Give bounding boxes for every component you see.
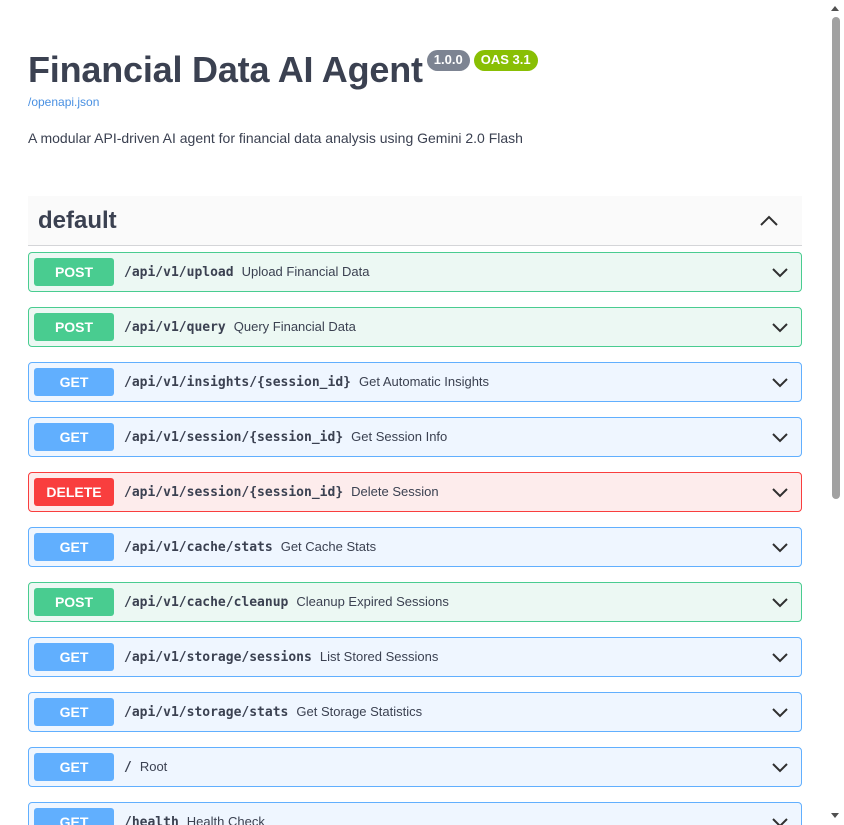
operation-path: /api/v1/cache/stats Get Cache Stats xyxy=(124,539,376,556)
chevron-down-icon[interactable] xyxy=(771,428,789,446)
operation-row[interactable]: POST/api/v1/upload Upload Financial Data xyxy=(28,252,802,292)
operation-path-text: /api/v1/upload xyxy=(124,265,234,280)
operation-summary: Cleanup Expired Sessions xyxy=(296,594,449,609)
operation-row[interactable]: GET/api/v1/storage/stats Get Storage Stat… xyxy=(28,692,802,732)
api-title: Financial Data AI Agent xyxy=(28,49,423,90)
operation-summary: Get Automatic Insights xyxy=(358,374,490,389)
operation-path-text: /api/v1/query xyxy=(124,320,226,335)
operation-path: /api/v1/query Query Financial Data xyxy=(124,319,356,336)
chevron-down-icon[interactable] xyxy=(771,483,789,501)
operation-path: / Root xyxy=(124,759,167,776)
operation-path-text: /api/v1/cache/stats xyxy=(124,540,273,555)
operation-row[interactable]: POST/api/v1/cache/cleanup Cleanup Expired… xyxy=(28,582,802,622)
openapi-json-link[interactable]: /openapi.json xyxy=(28,95,99,109)
version-badge: 1.0.0 xyxy=(426,50,470,71)
vertical-scrollbar[interactable] xyxy=(826,0,844,825)
method-badge: GET xyxy=(34,808,114,825)
operation-path-text: /api/v1/session/{session_id} xyxy=(124,485,344,500)
chevron-down-icon[interactable] xyxy=(771,318,789,336)
scroll-down-arrow-icon[interactable] xyxy=(831,813,839,818)
chevron-down-icon[interactable] xyxy=(771,758,789,776)
chevron-down-icon[interactable] xyxy=(771,373,789,391)
method-badge: GET xyxy=(34,698,114,726)
operation-row[interactable]: GET/api/v1/insights/{session_id} Get Auto… xyxy=(28,362,802,402)
operation-path-text: /api/v1/cache/cleanup xyxy=(124,595,289,610)
chevron-down-icon[interactable] xyxy=(771,813,789,825)
operation-path: /api/v1/upload Upload Financial Data xyxy=(124,264,369,281)
operation-row[interactable]: DELETE/api/v1/session/{session_id} Delete… xyxy=(28,472,802,512)
operation-row[interactable]: GET/api/v1/storage/sessions List Stored S… xyxy=(28,637,802,677)
swagger-ui-page: Financial Data AI Agent 1.0.0 OAS 3.1 /o… xyxy=(0,0,844,825)
operation-path-text: / xyxy=(124,760,132,775)
operation-summary: Root xyxy=(139,759,168,774)
tag-section-default[interactable]: default xyxy=(28,196,802,246)
operation-row[interactable]: POST/api/v1/query Query Financial Data xyxy=(28,307,802,347)
chevron-down-icon[interactable] xyxy=(771,648,789,666)
scrollbar-thumb[interactable] xyxy=(832,17,840,499)
scroll-up-arrow-icon[interactable] xyxy=(831,6,839,11)
method-badge: GET xyxy=(34,753,114,781)
method-badge: GET xyxy=(34,643,114,671)
operation-path-text: /api/v1/session/{session_id} xyxy=(124,430,344,445)
operation-summary: Upload Financial Data xyxy=(241,264,370,279)
operation-summary: Get Session Info xyxy=(351,429,448,444)
operation-summary: Get Storage Statistics xyxy=(296,704,423,719)
api-description: A modular API-driven AI agent for financ… xyxy=(28,130,523,146)
operation-path: /api/v1/storage/sessions List Stored Sess… xyxy=(124,649,438,666)
chevron-down-icon[interactable] xyxy=(771,263,789,281)
operation-row[interactable]: GET/api/v1/session/{session_id} Get Sessi… xyxy=(28,417,802,457)
method-badge: POST xyxy=(34,588,114,616)
operations-list: POST/api/v1/upload Upload Financial Data P… xyxy=(28,252,802,825)
method-badge: DELETE xyxy=(34,478,114,506)
operation-path: /api/v1/session/{session_id} Get Session … xyxy=(124,429,447,446)
method-badge: GET xyxy=(34,533,114,561)
operation-path: /api/v1/storage/stats Get Storage Statist… xyxy=(124,704,422,721)
operation-path-text: /api/v1/storage/stats xyxy=(124,705,289,720)
operation-summary: Get Cache Stats xyxy=(280,539,377,554)
method-badge: POST xyxy=(34,313,114,341)
method-badge: POST xyxy=(34,258,114,286)
chevron-down-icon[interactable] xyxy=(771,593,789,611)
operation-summary: Health Check xyxy=(186,814,265,825)
info-header: Financial Data AI Agent 1.0.0 OAS 3.1 xyxy=(28,48,538,92)
operation-summary: Delete Session xyxy=(351,484,439,499)
chevron-up-icon[interactable] xyxy=(758,210,780,232)
operation-path-text: /api/v1/storage/sessions xyxy=(124,650,312,665)
tag-name: default xyxy=(38,207,117,234)
operation-row[interactable]: GET / Root xyxy=(28,747,802,787)
chevron-down-icon[interactable] xyxy=(771,703,789,721)
chevron-down-icon[interactable] xyxy=(771,538,789,556)
operation-path-text: /health xyxy=(124,815,179,825)
method-badge: GET xyxy=(34,368,114,396)
oas-badge: OAS 3.1 xyxy=(473,50,538,71)
operation-row[interactable]: GET/health Health Check xyxy=(28,802,802,825)
operation-path: /api/v1/cache/cleanup Cleanup Expired Ses… xyxy=(124,594,449,611)
operation-path-text: /api/v1/insights/{session_id} xyxy=(124,375,351,390)
operation-path: /health Health Check xyxy=(124,814,265,825)
operation-row[interactable]: GET/api/v1/cache/stats Get Cache Stats xyxy=(28,527,802,567)
operation-path: /api/v1/insights/{session_id} Get Automat… xyxy=(124,374,489,391)
method-badge: GET xyxy=(34,423,114,451)
operation-summary: List Stored Sessions xyxy=(319,649,439,664)
operation-summary: Query Financial Data xyxy=(233,319,356,334)
operation-path: /api/v1/session/{session_id} Delete Sessi… xyxy=(124,484,439,501)
